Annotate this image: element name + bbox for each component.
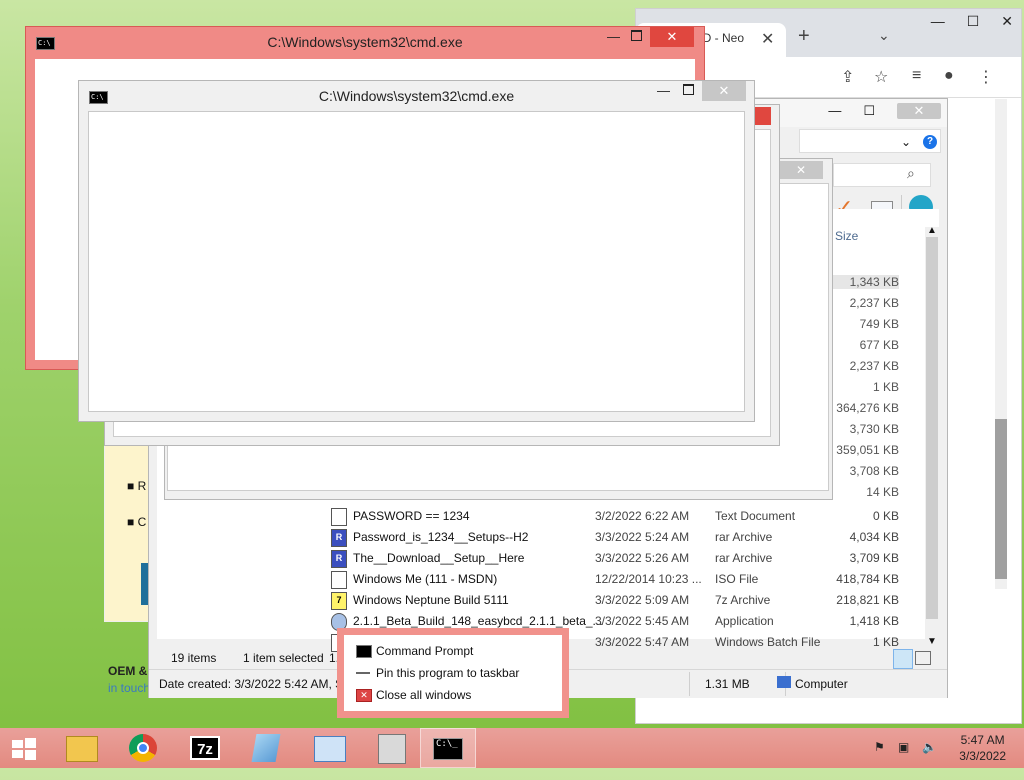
scroll-down-icon[interactable]: ▼	[927, 636, 937, 647]
system-clock[interactable]: 5:47 AM 3/3/2022	[959, 732, 1006, 772]
maximize-icon[interactable]	[683, 84, 694, 95]
taskbar-jumplist: Command Prompt Pin this program to taskb…	[337, 628, 569, 718]
minimize-icon[interactable]: —	[607, 29, 620, 44]
network-icon[interactable]: ▣	[898, 740, 909, 780]
maximize-icon[interactable]	[631, 30, 642, 41]
minimize-icon[interactable]: —	[657, 83, 670, 98]
notepad-icon	[251, 734, 281, 762]
taskbar-notepad[interactable]	[240, 728, 296, 768]
scrollbar-thumb[interactable]	[926, 237, 938, 619]
rar-archive-icon: R	[331, 550, 347, 568]
pin-icon	[356, 669, 370, 680]
installer-icon	[378, 734, 406, 764]
volume-muted-icon[interactable]: 🔈	[922, 740, 937, 780]
reading-list-icon[interactable]: ≡	[912, 67, 921, 85]
file-list-scrollbar[interactable]: ▲ ▼	[925, 225, 939, 647]
chevron-down-icon[interactable]: ⌄	[878, 27, 890, 44]
cmd-titlebar[interactable]: C:\ C:\Windows\system32\cmd.exe — ✕	[26, 27, 704, 55]
chrome-scrollbar[interactable]	[995, 99, 1007, 589]
chevron-down-icon[interactable]: ⌄	[901, 135, 911, 149]
taskbar: 7z C:\_ ⚑ ▣ 🔈 5:47 AM 3/3/2022	[0, 728, 1024, 768]
7zip-icon: 7z	[190, 736, 220, 760]
action-center-flag-icon[interactable]: ⚑	[874, 740, 885, 780]
minimize-icon[interactable]: —	[931, 13, 945, 30]
minimize-icon[interactable]: —	[828, 103, 841, 119]
close-button[interactable]: ✕	[702, 81, 746, 101]
search-icon: ⌕	[907, 165, 915, 181]
window-title: C:\Windows\system32\cmd.exe	[318, 88, 515, 104]
address-bar[interactable]	[799, 129, 941, 153]
text-file-icon	[331, 508, 347, 526]
search-input[interactable]	[833, 163, 931, 187]
clock-date: 3/3/2022	[959, 749, 1006, 763]
console-area[interactable]	[88, 111, 745, 412]
cmd-window[interactable]: C:\ C:\Windows\system32\cmd.exe — ✕	[78, 80, 755, 422]
start-button[interactable]	[0, 728, 48, 768]
close-button[interactable]: ✕	[897, 103, 941, 119]
close-icon: ✕	[356, 689, 372, 702]
taskbar-7zip[interactable]: 7z	[178, 728, 234, 768]
divider	[689, 672, 690, 696]
help-icon[interactable]: ?	[923, 135, 937, 149]
details-view-icon[interactable]	[893, 649, 913, 669]
windows-logo-icon	[12, 738, 36, 760]
share-icon[interactable]: ⇪	[841, 67, 854, 87]
control-panel-icon	[314, 736, 346, 762]
maximize-icon[interactable]: ☐	[967, 13, 980, 30]
cmd-icon: C:\_	[433, 738, 463, 760]
star-icon[interactable]: ☆	[874, 67, 888, 87]
window-title: C:\Windows\system32\cmd.exe	[267, 34, 463, 50]
status-selected: 1 item selected	[243, 651, 324, 665]
profile-icon[interactable]: ●	[944, 67, 954, 85]
date-created: Date created: 3/3/2022 5:42 AM, Si	[159, 677, 346, 691]
computer-icon	[777, 676, 791, 688]
close-button[interactable]: ✕	[650, 27, 694, 47]
clock-time: 5:47 AM	[960, 733, 1005, 747]
taskbar-control-panel[interactable]	[302, 728, 358, 768]
maximize-icon[interactable]: ☐	[863, 103, 875, 119]
menu-icon[interactable]: ⋮	[978, 67, 994, 87]
page-heading: OEM &	[108, 664, 148, 678]
bullet-item: ■ C	[127, 515, 147, 529]
new-tab-button[interactable]: +	[798, 25, 810, 48]
7z-archive-icon: 7	[331, 592, 347, 610]
chrome-icon	[129, 734, 157, 762]
column-header-size[interactable]: Size	[835, 229, 858, 243]
folder-icon	[66, 736, 98, 762]
file-size: 1.31 MB	[705, 677, 750, 691]
cmd-titlebar[interactable]: C:\ C:\Windows\system32\cmd.exe — ✕	[79, 81, 754, 109]
scroll-up-icon[interactable]: ▲	[927, 225, 937, 236]
status-item-count: 19 items	[171, 651, 217, 665]
view-switcher	[893, 649, 931, 669]
close-icon[interactable]: ✕	[779, 161, 823, 179]
bullet-item: ■ R	[127, 479, 147, 493]
large-icons-view-icon[interactable]	[915, 651, 931, 665]
iso-file-icon	[331, 571, 347, 589]
taskbar-installer[interactable]	[364, 728, 420, 768]
rar-archive-icon: R	[331, 529, 347, 547]
taskbar-file-explorer[interactable]	[54, 728, 110, 768]
taskbar-command-prompt[interactable]: C:\_	[420, 728, 476, 768]
taskbar-chrome[interactable]	[116, 728, 172, 768]
location-label: Computer	[795, 677, 848, 691]
close-tab-icon[interactable]: ✕	[761, 29, 774, 49]
page-link[interactable]: in touch	[108, 681, 150, 695]
close-icon[interactable]: ✕	[1001, 13, 1013, 30]
cmd-icon	[356, 645, 372, 658]
